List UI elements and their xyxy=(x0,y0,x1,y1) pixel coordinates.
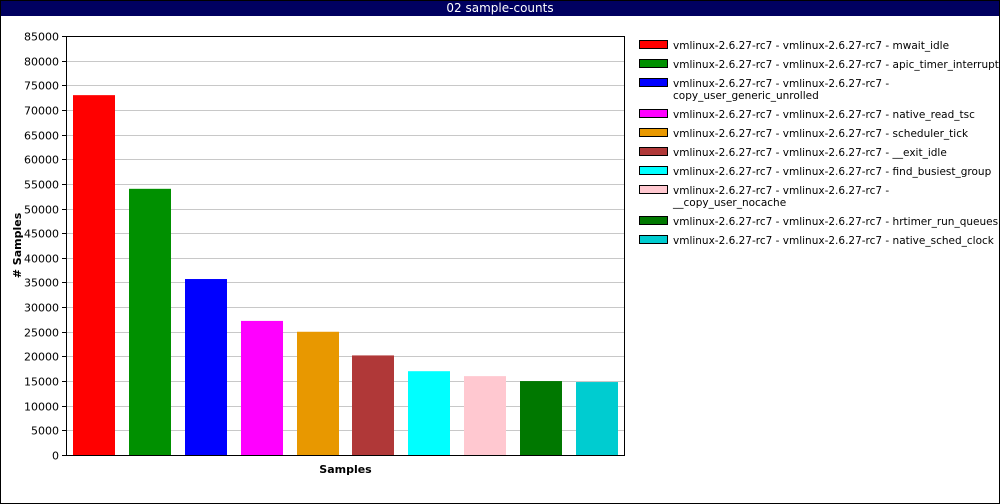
y-tick-label: 75000 xyxy=(24,80,59,93)
y-tick-label: 65000 xyxy=(24,130,59,143)
y-tick-label: 10000 xyxy=(24,401,59,414)
legend-label-8: vmlinux-2.6.27-rc7 - vmlinux-2.6.27-rc7 … xyxy=(673,185,889,197)
bar-7 xyxy=(408,371,450,455)
y-tick-label: 80000 xyxy=(24,56,59,69)
legend-swatch-8 xyxy=(639,185,668,194)
bar-3 xyxy=(185,279,227,455)
legend-label-9: vmlinux-2.6.27-rc7 - vmlinux-2.6.27-rc7 … xyxy=(673,216,998,228)
legend-label-3: vmlinux-2.6.27-rc7 - vmlinux-2.6.27-rc7 … xyxy=(673,78,889,90)
bar-2 xyxy=(129,188,171,455)
y-tick-label: 60000 xyxy=(24,154,59,167)
y-tick-label: 30000 xyxy=(24,302,59,315)
y-tick-label: 45000 xyxy=(24,228,59,241)
bar-chart: 0 5000 10000 15000 20000 25000 30000 35000 40000… xyxy=(11,31,999,477)
legend-swatch-4 xyxy=(639,109,668,118)
x-axis-title: Samples xyxy=(319,463,372,476)
bar-5 xyxy=(297,331,339,455)
bar-1 xyxy=(73,95,115,455)
bar-9 xyxy=(520,381,562,455)
bar-4 xyxy=(241,320,283,455)
y-tick-label: 15000 xyxy=(24,376,59,389)
y-tick-label: 85000 xyxy=(24,31,59,44)
y-tick-label: 70000 xyxy=(24,105,59,118)
legend-swatch-9 xyxy=(639,216,668,225)
y-tick-label: 20000 xyxy=(24,351,59,364)
bar-10 xyxy=(576,382,618,455)
y-tick-label: 5000 xyxy=(31,425,59,438)
y-tick-label: 40000 xyxy=(24,253,59,266)
bar-6 xyxy=(352,355,394,455)
legend-label-3: copy_user_generic_unrolled xyxy=(673,90,819,102)
legend-swatch-5 xyxy=(639,128,668,137)
y-tick-label: 25000 xyxy=(24,327,59,340)
legend-swatch-2 xyxy=(639,59,668,68)
legend-label-4: vmlinux-2.6.27-rc7 - vmlinux-2.6.27-rc7 … xyxy=(673,109,975,121)
legend-swatch-3 xyxy=(639,78,668,87)
legend-label-10: vmlinux-2.6.27-rc7 - vmlinux-2.6.27-rc7 … xyxy=(673,235,995,247)
y-axis-title: # Samples xyxy=(11,212,24,278)
y-tick-label: 35000 xyxy=(24,277,59,290)
legend-label-2: vmlinux-2.6.27-rc7 - vmlinux-2.6.27-rc7 … xyxy=(673,59,999,71)
legend-swatch-10 xyxy=(639,235,668,244)
legend-swatch-7 xyxy=(639,166,668,175)
y-tick-label: 0 xyxy=(52,450,59,463)
legend-swatch-6 xyxy=(639,147,668,156)
legend-label-1: vmlinux-2.6.27-rc7 - vmlinux-2.6.27-rc7 … xyxy=(673,40,949,52)
y-tick-label: 55000 xyxy=(24,179,59,192)
legend-label-7: vmlinux-2.6.27-rc7 - vmlinux-2.6.27-rc7 … xyxy=(673,166,992,178)
chart-window: 02 sample-counts 0 5000 10000 15000 20000 250… xyxy=(0,0,1000,504)
y-tick-label: 50000 xyxy=(24,204,59,217)
legend-label-6: vmlinux-2.6.27-rc7 - vmlinux-2.6.27-rc7 … xyxy=(673,147,947,159)
legend-swatch-1 xyxy=(639,40,668,49)
legend-label-8: __copy_user_nocache xyxy=(672,197,786,209)
bar-8 xyxy=(464,376,506,455)
legend-label-5: vmlinux-2.6.27-rc7 - vmlinux-2.6.27-rc7 … xyxy=(673,128,969,140)
